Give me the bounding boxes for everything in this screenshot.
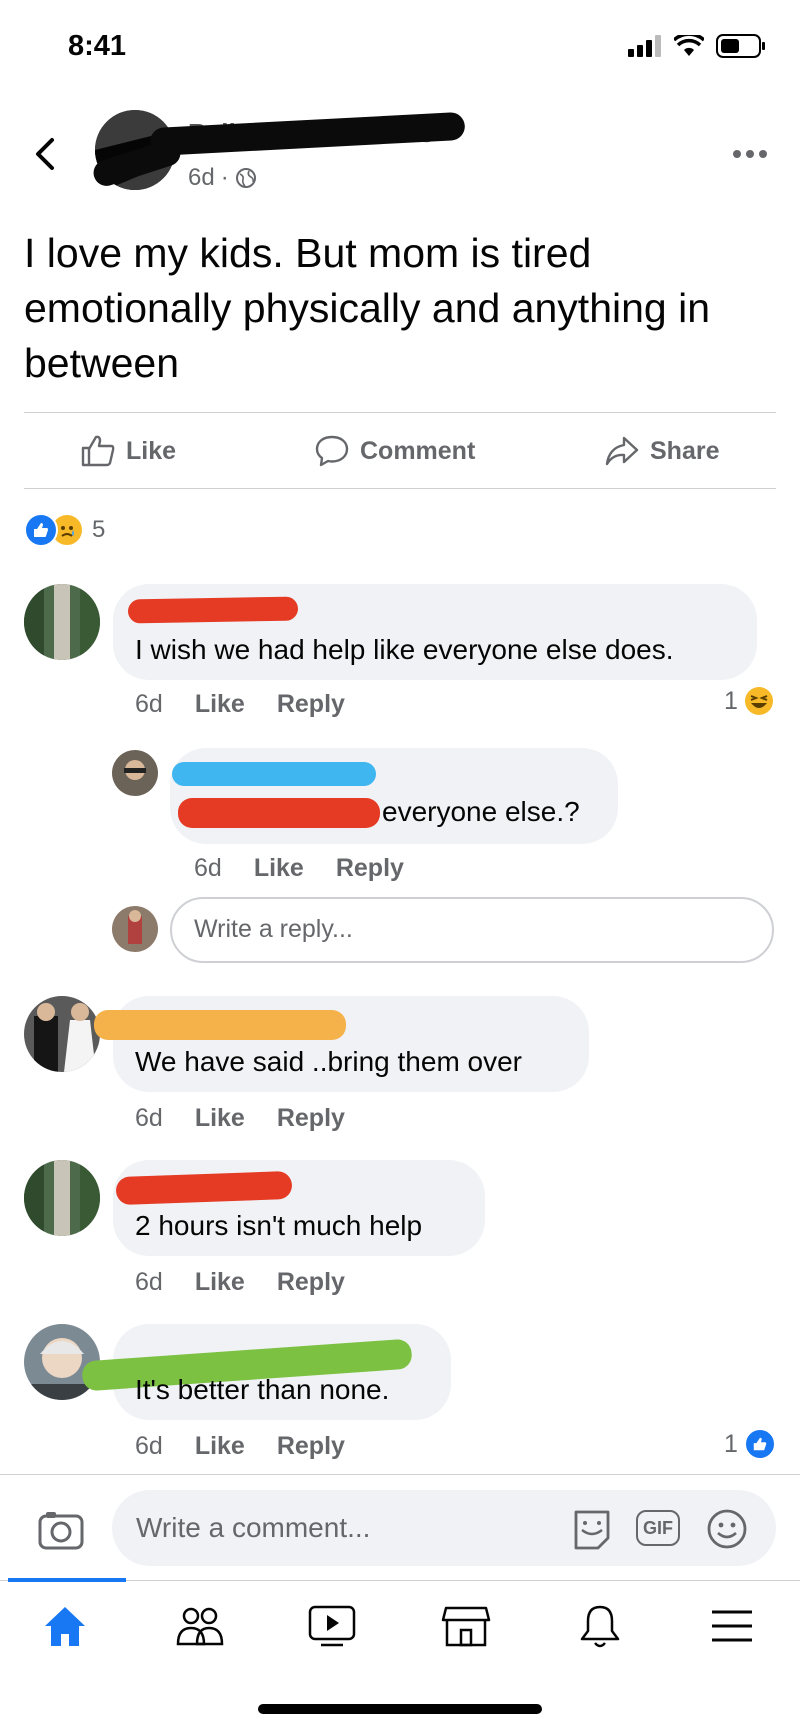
reactions-count: 5 — [92, 516, 106, 543]
divider-top — [24, 412, 776, 413]
comment-input[interactable]: Write a comment... GIF — [112, 1490, 776, 1566]
comment-age: 6d — [135, 1104, 163, 1132]
more-icon[interactable] — [733, 150, 767, 158]
comment-button[interactable]: Comment — [314, 434, 475, 468]
emoji-icon — [707, 1509, 747, 1549]
camera-button[interactable] — [38, 1510, 84, 1555]
nav-active-indicator — [8, 1578, 126, 1582]
nav-notifications[interactable] — [570, 1596, 630, 1656]
home-indicator — [258, 1704, 542, 1714]
comment-age: 6d — [135, 690, 163, 718]
like-button[interactable]: Like — [80, 434, 176, 468]
camera-icon — [38, 1512, 84, 1550]
sticker-button[interactable] — [570, 1508, 614, 1557]
commenter-avatar[interactable] — [24, 1160, 100, 1236]
comment-like-button[interactable]: Like — [195, 1104, 245, 1133]
comment-meta: 6d Like Reply — [135, 1104, 345, 1133]
globe-icon — [235, 168, 256, 188]
post-text: I love my kids. But mom is tired emotion… — [24, 230, 711, 386]
comment-placeholder: Write a comment... — [136, 1512, 371, 1543]
redaction-commenter — [94, 1010, 346, 1040]
like-reaction-icon — [743, 1428, 776, 1460]
comment-reaction-count[interactable]: 1 — [724, 1428, 776, 1460]
redaction-reply-name — [172, 762, 376, 786]
reactions-summary[interactable]: 5 — [24, 513, 105, 547]
comment-reply-button[interactable]: Reply — [277, 1432, 345, 1461]
comment-meta: 6d Like Reply — [135, 690, 345, 719]
like-label: Like — [126, 436, 177, 465]
commenter-avatar[interactable] — [24, 584, 100, 660]
comment-reaction-count[interactable]: 1 — [724, 686, 774, 716]
bell-icon — [580, 1605, 620, 1648]
divider-bottom — [24, 488, 776, 489]
my-avatar-small — [112, 906, 158, 952]
sticker-icon — [574, 1510, 610, 1550]
share-icon — [605, 436, 639, 466]
comment-like-button[interactable]: Like — [195, 1268, 245, 1297]
home-icon — [45, 1607, 85, 1646]
comment-icon — [315, 435, 349, 467]
emoji-button[interactable] — [706, 1508, 748, 1555]
reply-avatar[interactable] — [112, 750, 158, 796]
gif-icon: GIF — [643, 1517, 673, 1538]
chevron-left-icon — [36, 138, 54, 170]
meta-dot: · — [220, 164, 229, 191]
comment-text: It's better than none. — [135, 1374, 390, 1405]
reply-text: everyone else.? — [382, 796, 580, 827]
reaction-count-text: 1 — [724, 1429, 738, 1458]
redaction-commenter — [127, 596, 299, 624]
reply-age: 6d — [194, 854, 222, 882]
friends-icon — [176, 1607, 224, 1646]
comment-age: 6d — [135, 1432, 163, 1460]
comment-like-button[interactable]: Like — [195, 690, 245, 719]
post-meta: 6d · — [188, 164, 257, 192]
bottom-nav — [0, 1580, 800, 1671]
comment-reply-button[interactable]: Reply — [277, 1268, 345, 1297]
comment-meta: 6d Like Reply — [135, 1268, 345, 1297]
status-time: 8:41 — [68, 30, 127, 62]
comment-reply-button[interactable]: Reply — [277, 1104, 345, 1133]
nav-marketplace[interactable] — [436, 1596, 496, 1656]
nav-watch[interactable] — [302, 1596, 362, 1656]
reply-input[interactable]: Write a reply... — [170, 897, 774, 963]
status-icons — [628, 34, 766, 58]
watch-icon — [308, 1605, 356, 1647]
reply-like-button[interactable]: Like — [254, 854, 304, 883]
like-reaction-icon — [24, 513, 58, 547]
comment-age: 6d — [135, 1268, 163, 1296]
reply-reply-button[interactable]: Reply — [336, 854, 404, 883]
comment-label: Comment — [360, 436, 476, 465]
comment-reply-button[interactable]: Reply — [277, 690, 345, 719]
reply-placeholder: Write a reply... — [194, 915, 353, 943]
nav-home[interactable] — [35, 1596, 95, 1656]
commenter-avatar[interactable] — [24, 996, 100, 1072]
share-button[interactable]: Share — [604, 434, 719, 468]
nav-friends[interactable] — [170, 1596, 230, 1656]
comment-text: 2 hours isn't much help — [135, 1210, 423, 1241]
like-icon — [81, 435, 115, 467]
comment-text: I wish we had help like everyone else do… — [135, 634, 674, 665]
marketplace-icon — [441, 1606, 491, 1647]
battery-icon — [716, 34, 765, 58]
haha-reaction-icon — [744, 687, 773, 715]
comment-meta: 6d Like Reply — [135, 1432, 345, 1461]
comment-like-button[interactable]: Like — [195, 1432, 245, 1461]
back-button[interactable] — [30, 136, 66, 176]
nav-menu[interactable] — [702, 1596, 762, 1656]
menu-icon — [712, 1610, 752, 1642]
comment-text: We have said ..bring them over — [135, 1046, 523, 1077]
reply-meta: 6d Like Reply — [194, 854, 404, 883]
wifi-icon — [674, 35, 704, 56]
share-label: Share — [650, 436, 720, 465]
post-age: 6d — [188, 164, 215, 191]
signal-icon — [628, 35, 661, 57]
reaction-count-text: 1 — [724, 686, 738, 715]
redaction-reply-text — [178, 798, 380, 828]
gif-button[interactable]: GIF — [636, 1510, 680, 1546]
